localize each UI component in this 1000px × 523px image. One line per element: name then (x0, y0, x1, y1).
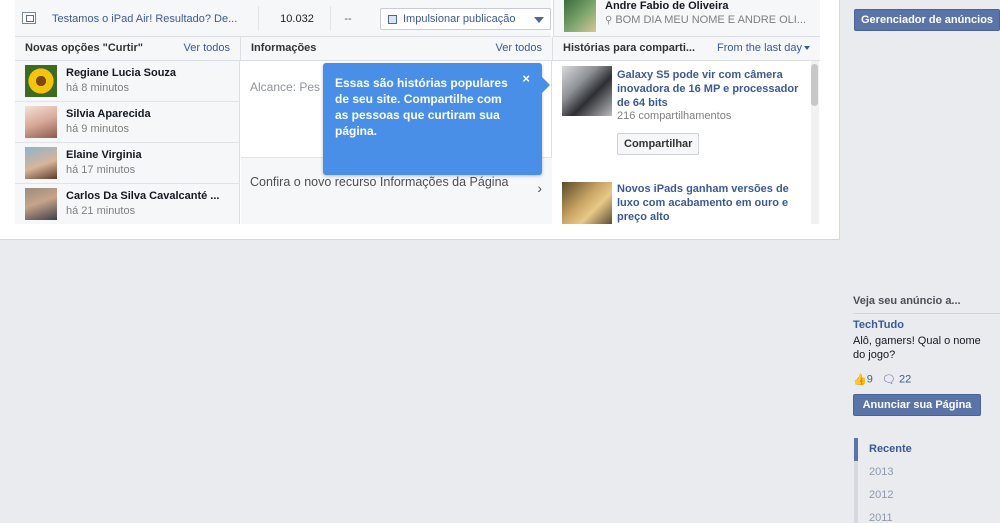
post-divider (258, 6, 259, 31)
story-title[interactable]: Galaxy S5 pode vir com câmera inovadora … (617, 68, 807, 110)
timeline-item-2012[interactable]: 2012 (854, 484, 1000, 507)
message-sender: Andre Fabio de Oliveira (605, 0, 729, 12)
list-item[interactable]: Regiane Lucia Souza há 8 minutos (15, 61, 240, 102)
story-title[interactable]: Novos iPads ganham versões de luxo com a… (617, 182, 807, 224)
stories-filter-dropdown[interactable]: From the last day (717, 42, 810, 54)
ad-stats: 👍9 🗨 22 (853, 373, 911, 387)
avatar (25, 65, 57, 97)
ad-comments-count[interactable]: 22 (899, 374, 911, 386)
close-icon[interactable]: × (522, 71, 530, 86)
like-name[interactable]: Carlos Da Silva Cavalcanté ... (66, 190, 219, 202)
list-item[interactable]: Carlos Da Silva Cavalcanté ... há 21 min… (15, 184, 240, 225)
message-snippet: ⚲ BOM DIA MEU NOME E ANDRE OLI... (605, 14, 813, 26)
like-name[interactable]: Elaine Virginia (66, 149, 142, 161)
ad-likes-count[interactable]: 9 (867, 374, 873, 386)
timeline-item-2011[interactable]: 2011 (854, 507, 1000, 523)
list-item[interactable]: Elaine Virginia há 17 minutos (15, 143, 240, 184)
comment-icon: 🗨 (882, 374, 896, 386)
like-time: há 17 minutos (66, 164, 136, 176)
post-divider (330, 6, 331, 31)
likes-header: Novas opções "Curtir" Ver todos (15, 37, 241, 61)
stories-scrollbar-thumb[interactable] (811, 64, 818, 106)
avatar (564, 0, 596, 32)
page-insights-panel: Testamos o iPad Air! Resultado? De... 10… (0, 0, 840, 240)
ad-preview-heading: Veja seu anúncio a... (853, 295, 961, 307)
ads-manager-button[interactable]: Gerenciador de anúncios (854, 9, 1000, 31)
likes-list: Regiane Lucia Souza há 8 minutos Silvia … (15, 61, 240, 224)
ad-page-link[interactable]: TechTudo (853, 319, 904, 331)
list-item[interactable]: Silvia Aparecida há 9 minutos (15, 102, 240, 143)
stories-header: Histórias para comparti... From the last… (553, 37, 820, 61)
reach-label: Alcance: Pes (250, 80, 321, 94)
boost-post-button[interactable]: Impulsionar publicação (380, 8, 551, 30)
feature-text: Confira o novo recurso Informações da Pá… (250, 175, 509, 189)
likes-title: Novas opções "Curtir" (25, 42, 144, 54)
post-reach: 10.032 (280, 13, 314, 25)
likes-view-all-link[interactable]: Ver todos (184, 42, 230, 54)
story-shares: 216 compartilhamentos (617, 110, 732, 122)
avatar (25, 188, 57, 220)
avatar (25, 106, 57, 138)
like-time: há 21 minutos (66, 205, 136, 217)
like-name[interactable]: Regiane Lucia Souza (66, 67, 176, 79)
stories-tooltip: Essas são histórias populares de seu sit… (323, 63, 550, 175)
post-row: Testamos o iPad Air! Resultado? De... 10… (15, 0, 551, 37)
story-thumbnail[interactable] (562, 66, 612, 116)
tooltip-arrow (542, 77, 550, 93)
story-thumbnail[interactable] (562, 182, 612, 224)
timeline-item-recent[interactable]: Recente (854, 438, 1000, 461)
promote-page-button[interactable]: Anunciar sua Página (853, 394, 981, 416)
post-title[interactable]: Testamos o iPad Air! Resultado? De... (52, 13, 252, 25)
message-preview[interactable]: Andre Fabio de Oliveira ⚲ BOM DIA MEU NOM… (553, 0, 820, 37)
share-button[interactable]: Compartilhar (617, 133, 700, 155)
thumbs-up-icon: 👍 (853, 374, 867, 386)
like-name[interactable]: Silvia Aparecida (66, 108, 151, 120)
chevron-right-icon: › (537, 180, 542, 196)
info-header: Informações Ver todos (241, 37, 553, 61)
photo-post-icon (22, 12, 36, 24)
tooltip-text: Essas são histórias populares de seu sit… (335, 76, 508, 138)
stories-list: Galaxy S5 pode vir com câmera inovadora … (553, 61, 820, 224)
attachment-icon: ⚲ (605, 15, 613, 26)
info-view-all-link[interactable]: Ver todos (496, 42, 542, 54)
megaphone-icon (388, 15, 397, 24)
divider (853, 313, 1000, 314)
avatar (25, 147, 57, 179)
boost-label: Impulsionar publicação (403, 13, 516, 25)
info-title: Informações (251, 42, 317, 54)
ad-text: Alô, gamers! Qual o nome do jogo? (853, 335, 981, 361)
post-engagement: -- (344, 13, 352, 25)
like-time: há 9 minutos (66, 123, 129, 135)
chevron-down-icon (534, 17, 544, 23)
stories-title: Histórias para comparti... (563, 42, 696, 54)
message-text: BOM DIA MEU NOME E ANDRE OLI... (615, 14, 807, 26)
timeline-item-2013[interactable]: 2013 (854, 461, 1000, 484)
like-time: há 8 minutos (66, 82, 129, 94)
